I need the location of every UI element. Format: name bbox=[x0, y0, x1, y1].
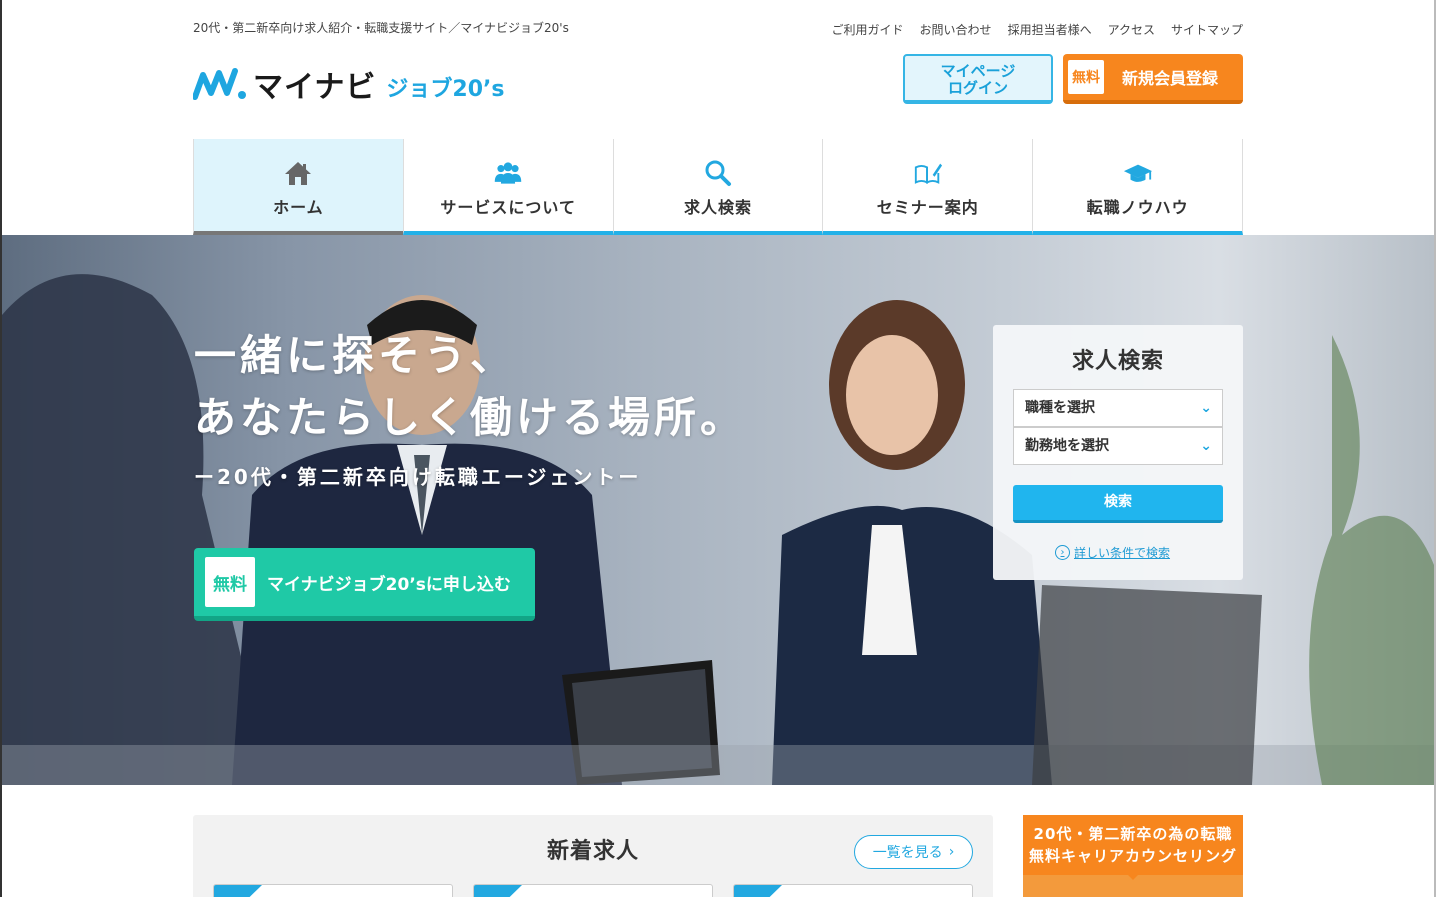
util-link-contact[interactable]: お問い合わせ bbox=[920, 21, 992, 38]
logo-text-main: マイナビ bbox=[253, 70, 377, 105]
chevron-down-icon: ⌄ bbox=[1200, 438, 1212, 454]
location-select-value: 勤務地を選択 bbox=[1025, 438, 1109, 454]
counseling-line-1: 20代・第二新卒の為の転職 bbox=[1033, 825, 1233, 843]
job-type-select-value: 職種を選択 bbox=[1025, 400, 1095, 416]
login-label: ログイン bbox=[947, 79, 1008, 97]
job-card[interactable] bbox=[473, 884, 713, 897]
utility-nav: ご利用ガイド お問い合わせ 採用担当者様へ アクセス サイトマップ bbox=[832, 21, 1243, 38]
search-button[interactable]: 検索 bbox=[1013, 485, 1223, 523]
hero-headline-2: あなたらしく働ける場所。 bbox=[194, 393, 747, 442]
chevron-right-icon: › bbox=[948, 844, 955, 860]
window-edge-left bbox=[0, 0, 2, 897]
nav-item-service[interactable]: サービスについて bbox=[402, 139, 613, 235]
search-title: 求人検索 bbox=[1071, 349, 1164, 374]
see-all-button[interactable]: 一覧を見る › bbox=[854, 835, 973, 869]
new-ribbon bbox=[474, 885, 522, 897]
mypage-label: マイページ bbox=[940, 62, 1016, 80]
apply-button[interactable]: 無料 マイナビジョブ20’sに申し込む bbox=[194, 548, 535, 621]
hero-subheadline: ー20代・第二新卒向け転職エージェントー bbox=[194, 465, 642, 489]
util-link-sitemap[interactable]: サイトマップ bbox=[1171, 21, 1243, 38]
nav-label-seminar: セミナー案内 bbox=[876, 198, 979, 217]
nav-item-home[interactable]: ホーム bbox=[193, 139, 403, 235]
job-search-panel: 求人検索 職種を選択 ⌄ 勤務地を選択 ⌄ 検索 › 詳しい条件で検索 bbox=[993, 325, 1243, 580]
mynavi-logo-mark-icon bbox=[193, 68, 246, 100]
counseling-line-2: 無料キャリアカウンセリング bbox=[1028, 847, 1237, 865]
users-icon bbox=[494, 162, 522, 184]
job-type-select[interactable]: 職種を選択 ⌄ bbox=[1013, 389, 1223, 427]
nav-label-job-search: 求人検索 bbox=[683, 198, 752, 217]
job-card[interactable] bbox=[733, 884, 973, 897]
main-nav: ホーム サービスについて 求人検索 セミナー案内 転職ノウハウ bbox=[193, 139, 1243, 235]
home-icon bbox=[285, 162, 312, 185]
chevron-right-circle-icon: › bbox=[1055, 545, 1070, 560]
see-all-label: 一覧を見る bbox=[872, 845, 943, 861]
register-button[interactable]: 無料 新規会員登録 bbox=[1063, 54, 1243, 104]
job-card[interactable] bbox=[213, 884, 453, 897]
nav-item-knowhow[interactable]: 転職ノウハウ bbox=[1032, 139, 1243, 235]
advanced-search-link[interactable]: › 詳しい条件で検索 bbox=[1055, 544, 1170, 561]
util-link-recruiters[interactable]: 採用担当者様へ bbox=[1008, 21, 1092, 38]
counseling-text: 20代・第二新卒の為の転職 無料キャリアカウンセリング bbox=[1023, 815, 1243, 875]
nav-label-home: ホーム bbox=[273, 198, 324, 217]
nav-label-service: サービスについて bbox=[440, 198, 576, 217]
register-label: 新規会員登録 bbox=[1122, 69, 1219, 88]
nav-item-job-search[interactable]: 求人検索 bbox=[612, 139, 823, 235]
search-icon bbox=[705, 160, 731, 186]
graduation-cap-icon bbox=[1123, 164, 1152, 182]
book-pen-icon bbox=[914, 163, 942, 184]
free-badge: 無料 bbox=[1068, 60, 1104, 94]
nav-label-knowhow: 転職ノウハウ bbox=[1086, 198, 1189, 217]
new-ribbon bbox=[734, 885, 782, 897]
career-counseling-banner[interactable]: 20代・第二新卒の為の転職 無料キャリアカウンセリング bbox=[1023, 815, 1243, 897]
location-select[interactable]: 勤務地を選択 ⌄ bbox=[1013, 427, 1223, 465]
logo-text-sub: ジョブ20’s bbox=[386, 77, 505, 102]
nav-item-seminar[interactable]: セミナー案内 bbox=[822, 139, 1033, 235]
site-tagline: 20代・第二新卒向け求人紹介・転職支援サイト／マイナビジョブ20's bbox=[193, 21, 569, 35]
site-logo[interactable]: マイナビ ジョブ20’s bbox=[193, 62, 504, 106]
new-ribbon bbox=[214, 885, 262, 897]
util-link-access[interactable]: アクセス bbox=[1108, 21, 1155, 38]
counseling-pointer bbox=[1126, 873, 1140, 880]
apply-label: マイナビジョブ20’sに申し込む bbox=[267, 574, 511, 595]
mypage-login-button[interactable]: マイページ ログイン bbox=[903, 54, 1053, 104]
chevron-down-icon: ⌄ bbox=[1200, 400, 1212, 416]
util-link-guide[interactable]: ご利用ガイド bbox=[832, 21, 904, 38]
hero-headline-1: 一緒に探そう、 bbox=[194, 331, 517, 380]
free-badge: 無料 bbox=[205, 557, 255, 607]
new-jobs-section: 新着求人 一覧を見る › bbox=[193, 815, 993, 897]
hero-copy: 一緒に探そう、 あなたらしく働ける場所。 ー20代・第二新卒向け転職エージェント… bbox=[194, 325, 746, 490]
advanced-search-label: 詳しい条件で検索 bbox=[1074, 546, 1171, 560]
